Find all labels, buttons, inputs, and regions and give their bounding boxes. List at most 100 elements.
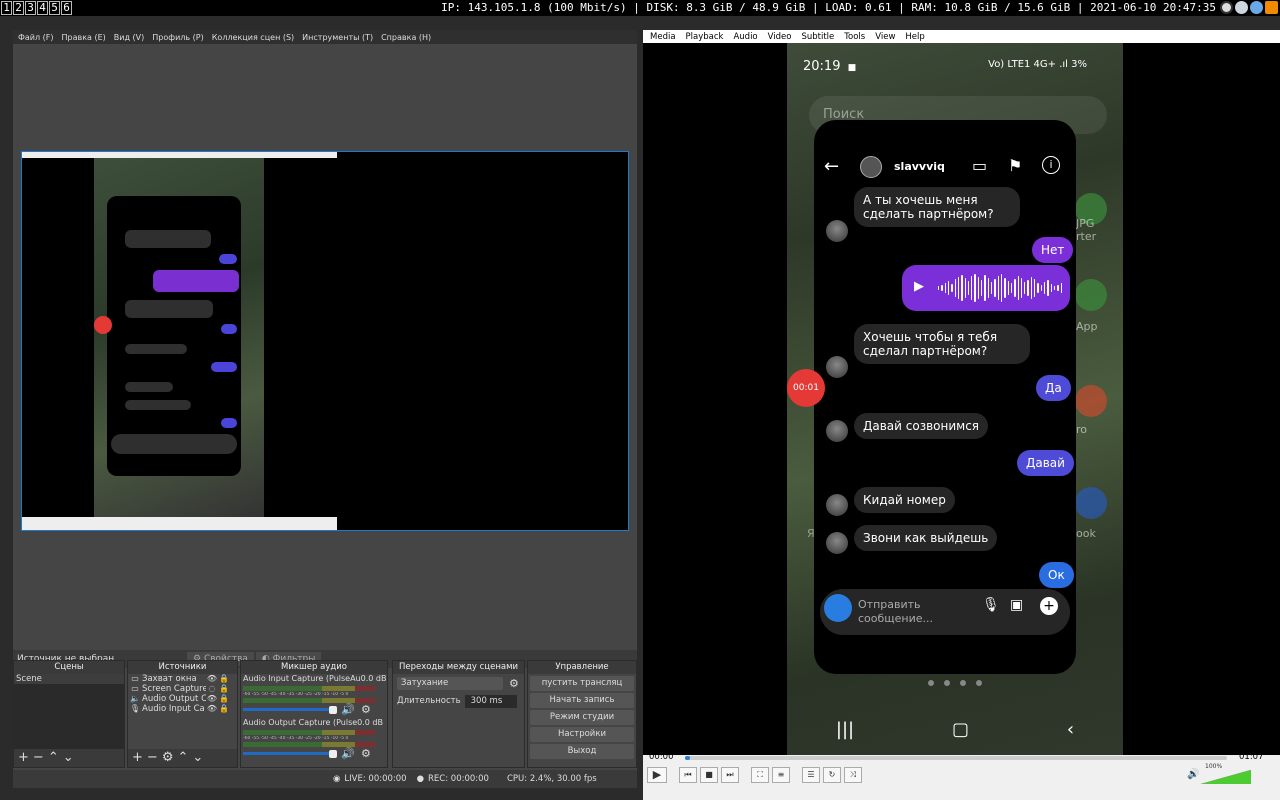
loop-button[interactable]: ↻ [823, 767, 841, 783]
waveform-bar [997, 276, 999, 300]
start-streaming-button[interactable]: пустить трансляц [530, 676, 634, 691]
mixer-channel-name: Audio Input Capture (PulseAu0.0 dB [243, 674, 387, 683]
transition-select[interactable]: Затухание [397, 676, 503, 690]
source-settings-icon[interactable]: ⚙ [162, 750, 178, 765]
eye-icon[interactable]: 👁 [206, 704, 218, 714]
workspace-1[interactable]: 1 [1, 1, 12, 15]
start-recording-button[interactable]: Начать запись [530, 693, 634, 708]
obs-menubar: Файл (F) Правка (E) Вид (V) Профиль (P) … [13, 30, 637, 44]
vlc-menu-video[interactable]: Video [768, 32, 792, 42]
vlc-menu-media[interactable]: Media [650, 32, 676, 42]
volume-slider-handle[interactable] [329, 706, 337, 714]
video-area[interactable]: JPG rter App ro ook Я 20:19 ■ Vo) LTE1 4… [643, 43, 1280, 755]
obs-menu-scene-collection[interactable]: Коллекция сцен (S) [212, 33, 294, 42]
phone-nav-bar: ||| ▢ ‹ [787, 703, 1123, 755]
volume-icon[interactable]: 🔊 [1187, 769, 1199, 780]
obs-menu-profile[interactable]: Профиль (P) [152, 33, 203, 42]
eye-icon[interactable]: 👁 [206, 694, 218, 704]
lock-icon[interactable]: 🔒 [218, 704, 230, 714]
stop-button[interactable]: ■ [700, 767, 718, 783]
settings-button[interactable]: Настройки [530, 727, 634, 742]
page-indicator [928, 680, 982, 686]
workspace-6[interactable]: 6 [61, 1, 72, 15]
vlc-controls: 00:00 01:07 ▶ ⏮ ■ ⏭ ⛶ ≡ ☰ ↻ ⤨ 🔊 100% [643, 752, 1280, 800]
source-item[interactable]: 🔈 Audio Output C 👁 🔒 [128, 694, 237, 704]
vlc-menu-playback[interactable]: Playback [686, 32, 724, 42]
workspace-4[interactable]: 4 [37, 1, 48, 15]
workspace-2[interactable]: 2 [13, 1, 24, 15]
message-bubble: Давай созвонимся [854, 413, 989, 439]
studio-mode-button[interactable]: Режим студии [530, 710, 634, 725]
monitor-icon: ▭ [131, 684, 139, 693]
total-time: 01:07 [1239, 752, 1264, 762]
network-icon[interactable] [1250, 1, 1263, 14]
extended-settings-button[interactable]: ≡ [772, 767, 790, 783]
fullscreen-button[interactable]: ⛶ [751, 767, 769, 783]
vlc-icon[interactable] [1265, 1, 1278, 14]
next-button[interactable]: ⏭ [721, 767, 739, 783]
waveform-bar [974, 274, 976, 302]
waveform-bar [944, 283, 946, 293]
obs-icon[interactable] [1220, 1, 1233, 14]
waveform-bar [1024, 282, 1026, 294]
vlc-menu-view[interactable]: View [875, 32, 895, 42]
add-source-button[interactable]: + [132, 750, 147, 765]
volume-slider-handle[interactable] [329, 750, 337, 758]
move-up-icon[interactable]: ⌃ [48, 750, 63, 765]
previous-button[interactable]: ⏮ [679, 767, 697, 783]
duration-row: Длительность 300 ms [393, 692, 524, 710]
move-up-icon[interactable]: ⌃ [177, 750, 192, 765]
volume-slider[interactable] [243, 752, 335, 755]
remove-scene-button[interactable]: − [33, 750, 48, 765]
move-down-icon[interactable]: ⌄ [192, 750, 207, 765]
obs-menu-view[interactable]: Вид (V) [114, 33, 144, 42]
scene-item[interactable]: Scene [14, 674, 124, 684]
vlc-menu-tools[interactable]: Tools [844, 32, 865, 42]
vlc-menu-audio[interactable]: Audio [733, 32, 757, 42]
rec-timer: REC: 00:00:00 [428, 774, 489, 784]
volume-meter [243, 742, 375, 747]
obs-menu-tools[interactable]: Инструменты (T) [302, 33, 373, 42]
eye-icon[interactable]: 👁 [206, 674, 218, 684]
vlc-menu-subtitle[interactable]: Subtitle [801, 32, 834, 42]
speaker-icon[interactable]: 🔊 [341, 747, 355, 760]
waveform-bar [1010, 283, 1013, 293]
blurred-app-icon [1075, 385, 1107, 417]
shuffle-button[interactable]: ⤨ [844, 767, 862, 783]
volume-slider[interactable] [243, 708, 335, 711]
lock-icon[interactable]: 🔒 [218, 684, 230, 694]
source-item[interactable]: ▭ Screen Capture ◌ 🔒 [128, 684, 237, 694]
steam-icon[interactable] [1235, 1, 1248, 14]
scenes-dock: Сцены Scene +−⌃⌄ [13, 660, 125, 768]
remove-source-button[interactable]: − [147, 750, 162, 765]
workspace-5[interactable]: 5 [49, 1, 60, 15]
source-item[interactable]: ▭ Захват окна 👁 🔒 [128, 674, 237, 684]
obs-preview-canvas[interactable] [21, 151, 629, 531]
eye-hidden-icon[interactable]: ◌ [206, 684, 218, 694]
move-down-icon[interactable]: ⌄ [63, 750, 78, 765]
lock-icon[interactable]: 🔒 [218, 674, 230, 684]
duration-input[interactable]: 300 ms [464, 694, 517, 708]
source-item[interactable]: 🎙 Audio Input Ca 👁 🔒 [128, 704, 237, 714]
add-scene-button[interactable]: + [18, 750, 33, 765]
gear-icon[interactable]: ⚙ [361, 747, 371, 760]
lock-icon[interactable]: 🔒 [218, 694, 230, 704]
exit-button[interactable]: Выход [530, 744, 634, 759]
vlc-menu-help[interactable]: Help [905, 32, 924, 42]
playlist-button[interactable]: ☰ [802, 767, 820, 783]
speaker-icon[interactable]: 🔊 [341, 703, 355, 716]
obs-menu-help[interactable]: Справка (H) [381, 33, 431, 42]
volume-slider[interactable]: 100% [1200, 763, 1252, 785]
waveform-bar [981, 280, 983, 296]
seek-bar[interactable] [685, 756, 1227, 760]
transition-settings-icon[interactable]: ⚙ [509, 677, 519, 690]
waveform-bar [971, 276, 973, 300]
obs-menu-edit[interactable]: Правка (E) [62, 33, 106, 42]
workspace-3[interactable]: 3 [25, 1, 36, 15]
obs-menu-file[interactable]: Файл (F) [18, 33, 54, 42]
gear-icon[interactable]: ⚙ [361, 703, 371, 716]
play-button[interactable]: ▶ [647, 767, 667, 783]
obs-window: Файл (F) Правка (E) Вид (V) Профиль (P) … [13, 30, 637, 788]
blurred-app-icon [1075, 487, 1107, 519]
message-bubble: Давай [1017, 450, 1074, 476]
